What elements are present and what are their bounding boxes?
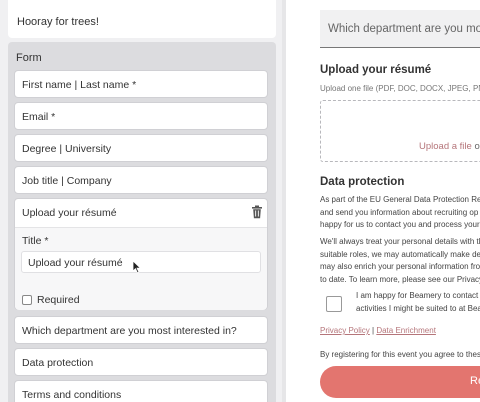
paragraph-line: may also enrich your personal informatio… bbox=[320, 262, 480, 271]
field-item-label: Terms and conditions bbox=[22, 389, 122, 401]
field-item-data-protection[interactable]: Data protection bbox=[14, 348, 268, 376]
field-item-label: Which department are you most interested… bbox=[22, 325, 237, 337]
field-item-label: Email * bbox=[22, 111, 56, 123]
register-button-label: Re bbox=[470, 375, 480, 387]
consent-checkbox[interactable] bbox=[326, 296, 342, 312]
field-item-label: Degree | University bbox=[22, 143, 112, 155]
file-drop-zone[interactable]: Upload a file or bbox=[320, 100, 480, 162]
upload-file-row: Upload a file or bbox=[419, 141, 480, 152]
upload-or-text: or bbox=[474, 141, 480, 152]
expanded-item-title: Upload your résumé bbox=[22, 207, 117, 219]
paragraph-line: happy for us to contact you and process … bbox=[320, 220, 480, 229]
required-row: Required bbox=[22, 291, 80, 309]
data-protection-heading: Data protection bbox=[320, 176, 405, 188]
policy-links: Privacy Policy | Data Enrichment bbox=[320, 326, 436, 335]
paragraph-line: As part of the EU General Data Protectio… bbox=[320, 195, 480, 204]
department-select-placeholder: Which department are you most bbox=[328, 23, 480, 35]
terms-text: By registering for this event you agree … bbox=[320, 350, 480, 359]
paragraph-line: suitable roles, we may automatically mak… bbox=[320, 249, 480, 259]
field-item-degree[interactable]: Degree | University bbox=[14, 134, 268, 162]
paragraph-line: We'll always treat your personal details… bbox=[320, 237, 480, 246]
gdpr-paragraph-2: We'll always treat your personal details… bbox=[320, 236, 480, 286]
field-item-label: Data protection bbox=[22, 357, 94, 369]
upload-resume-heading: Upload your résumé bbox=[320, 64, 432, 76]
field-item-upload-resume-expanded[interactable]: Upload your résumé Title * Upload your r… bbox=[14, 198, 268, 310]
field-item-name[interactable]: First name | Last name * bbox=[14, 70, 268, 98]
trash-icon[interactable] bbox=[251, 205, 263, 219]
consent-line: I am happy for Beamery to contact bbox=[356, 291, 479, 300]
form-builder-panel: Hooray for trees! Form First name | Last… bbox=[0, 0, 282, 402]
privacy-policy-link[interactable]: Privacy Policy bbox=[320, 326, 370, 335]
top-message-text: Hooray for trees! bbox=[17, 16, 99, 28]
data-enrichment-link[interactable]: Data Enrichment bbox=[376, 326, 436, 335]
field-item-label: First name | Last name * bbox=[22, 79, 137, 91]
form-section: Form First name | Last name * Email * De… bbox=[8, 42, 276, 402]
form-preview-panel: Which department are you most Upload you… bbox=[286, 0, 480, 402]
title-field-label: Title * bbox=[22, 235, 49, 247]
field-item-job-title[interactable]: Job title | Company bbox=[14, 166, 268, 194]
paragraph-line: to date. To learn more, please see our P… bbox=[320, 274, 480, 284]
paragraph-line: and send you information about recruitin… bbox=[320, 207, 479, 217]
field-item-department[interactable]: Which department are you most interested… bbox=[14, 316, 268, 344]
register-button[interactable]: Re bbox=[320, 366, 480, 398]
upload-hint: Upload one file (PDF, DOC, DOCX, JPEG, P… bbox=[320, 84, 480, 93]
department-select[interactable]: Which department are you most bbox=[320, 10, 480, 48]
field-item-email[interactable]: Email * bbox=[14, 102, 268, 130]
consent-text: I am happy for Beamery to contact activi… bbox=[356, 290, 480, 315]
mouse-cursor-icon bbox=[132, 260, 142, 274]
top-message-card[interactable]: Hooray for trees! bbox=[8, 0, 276, 38]
field-item-label: Job title | Company bbox=[22, 175, 112, 187]
field-item-terms[interactable]: Terms and conditions bbox=[14, 380, 268, 402]
upload-file-link[interactable]: Upload a file bbox=[419, 141, 472, 152]
gdpr-paragraph-1: As part of the EU General Data Protectio… bbox=[320, 194, 480, 232]
consent-line: activities I might be suited to at Bea bbox=[356, 303, 480, 313]
required-label: Required bbox=[37, 293, 80, 306]
required-checkbox[interactable] bbox=[22, 294, 32, 305]
form-title: Form bbox=[16, 52, 42, 64]
